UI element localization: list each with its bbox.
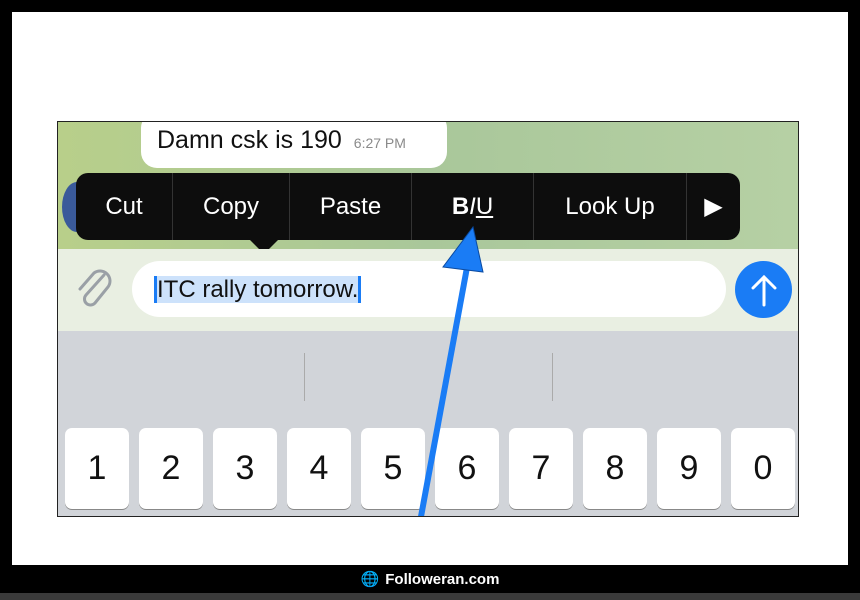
annotation-arrow-icon <box>418 225 484 516</box>
format-biu: BIU <box>451 192 494 220</box>
menu-look-up[interactable]: Look Up <box>534 173 687 240</box>
key-1[interactable]: 1 <box>65 428 129 509</box>
arrow-up-icon <box>751 274 776 306</box>
key-0[interactable]: 0 <box>731 428 795 509</box>
key-4[interactable]: 4 <box>287 428 351 509</box>
globe-icon: 🌐 <box>360 571 380 588</box>
paperclip-icon[interactable] <box>74 267 114 311</box>
bottom-strip <box>0 593 860 600</box>
key-3[interactable]: 3 <box>213 428 277 509</box>
suggestion-divider <box>552 353 553 401</box>
key-7[interactable]: 7 <box>509 428 573 509</box>
key-2[interactable]: 2 <box>139 428 203 509</box>
triangle-right-icon: ▶ <box>704 193 723 220</box>
menu-cut[interactable]: Cut <box>76 173 173 240</box>
send-button[interactable] <box>735 261 792 318</box>
message-text: Damn csk is 190 <box>157 126 342 154</box>
suggestion-divider <box>304 353 305 401</box>
selected-text: ITC rally tomorrow. <box>154 276 362 303</box>
key-9[interactable]: 9 <box>657 428 721 509</box>
menu-paste[interactable]: Paste <box>290 173 412 240</box>
footer-brand: Followeran.com <box>385 570 500 588</box>
menu-more[interactable]: ▶ <box>687 173 740 240</box>
message-time: 6:27 PM <box>353 135 406 151</box>
phone-screenshot: Damn csk is 190 6:27 PM Cut Copy Paste BI… <box>57 121 799 517</box>
footer-bar: 🌐 Followeran.com <box>0 565 860 593</box>
key-8[interactable]: 8 <box>583 428 647 509</box>
message-bubble[interactable]: Damn csk is 190 6:27 PM <box>141 122 447 168</box>
menu-copy[interactable]: Copy <box>173 173 290 240</box>
